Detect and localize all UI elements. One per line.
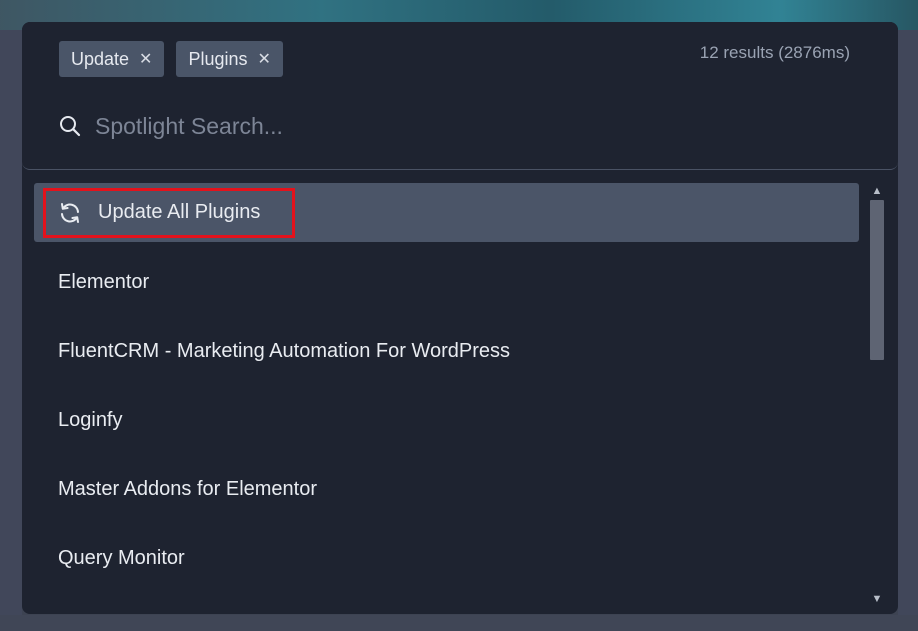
scroll-up-arrow-icon[interactable]: ▲ bbox=[868, 183, 886, 199]
scroll-thumb[interactable] bbox=[870, 200, 884, 360]
results-scrollbar[interactable]: ▲ ▼ bbox=[868, 183, 886, 607]
filter-chip-label: Update bbox=[71, 48, 130, 69]
result-item[interactable]: Loginfy bbox=[34, 386, 859, 455]
refresh-icon bbox=[58, 201, 82, 225]
results-list: Update All Plugins Elementor FluentCRM -… bbox=[34, 183, 859, 593]
backdrop-right-edge bbox=[898, 30, 918, 631]
result-item[interactable]: FluentCRM - Marketing Automation For Wor… bbox=[34, 317, 859, 386]
search-bar bbox=[59, 110, 795, 142]
result-label: Update All Plugins bbox=[98, 201, 261, 223]
results-count: 12 results (2876ms) bbox=[699, 43, 850, 62]
close-icon[interactable]: ✕ bbox=[258, 49, 271, 69]
search-icon bbox=[59, 115, 81, 137]
result-item[interactable]: Query Monitor bbox=[34, 524, 859, 593]
backdrop-bottom-edge bbox=[0, 615, 918, 631]
filter-chip-label: Plugins bbox=[188, 48, 248, 69]
filter-chip-plugins[interactable]: Plugins ✕ bbox=[176, 41, 283, 77]
result-item-update-all-plugins[interactable]: Update All Plugins bbox=[34, 183, 859, 242]
result-item[interactable]: Master Addons for Elementor bbox=[34, 455, 859, 524]
spotlight-modal: Update ✕ Plugins ✕ 12 results (2876ms) S… bbox=[22, 22, 898, 614]
spotlight-header: Update ✕ Plugins ✕ 12 results (2876ms) bbox=[22, 22, 898, 170]
backdrop-left-edge bbox=[0, 30, 22, 631]
filter-chips: Update ✕ Plugins ✕ bbox=[59, 41, 283, 77]
search-input[interactable] bbox=[95, 110, 795, 142]
result-item[interactable]: Elementor bbox=[34, 248, 859, 317]
scroll-down-arrow-icon[interactable]: ▼ bbox=[868, 591, 886, 607]
filter-chip-update[interactable]: Update ✕ bbox=[59, 41, 165, 77]
close-icon[interactable]: ✕ bbox=[139, 49, 152, 69]
highlight-box: Update All Plugins bbox=[43, 187, 295, 238]
